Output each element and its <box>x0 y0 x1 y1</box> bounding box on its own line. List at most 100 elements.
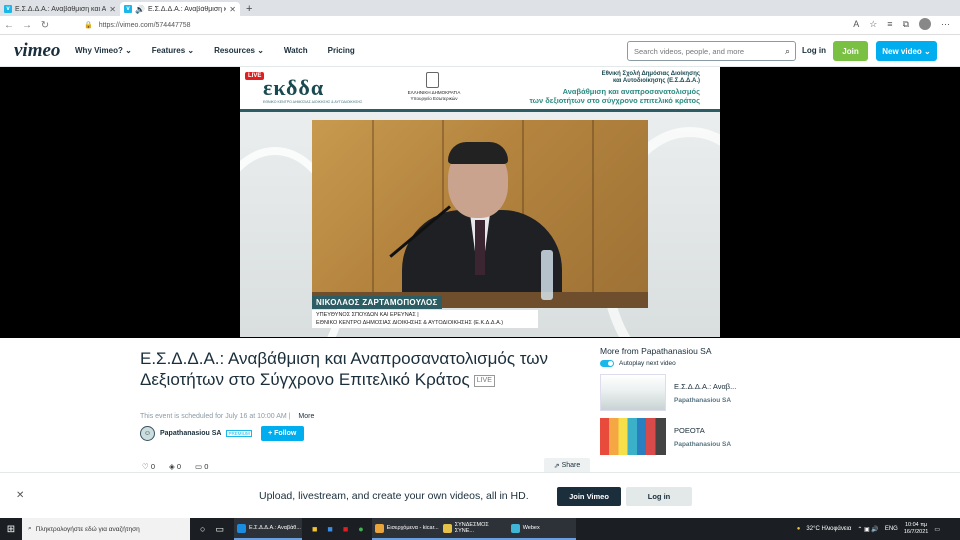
read-aloud-icon[interactable]: A <box>853 19 859 29</box>
wall-panel <box>592 120 594 308</box>
owner-row: ☺ Papathanasiou SA PREMIUM + Follow <box>140 426 304 441</box>
language-indicator[interactable]: ENG <box>885 526 898 532</box>
login-link[interactable]: Log in <box>802 46 826 55</box>
ekdda-logo: εκδδα <box>263 75 325 100</box>
related-video-title[interactable]: POEOTA <box>674 426 731 435</box>
more-from-sidebar: More from Papathanasiou SA Autoplay next… <box>600 346 770 455</box>
owner-avatar[interactable]: ☺ <box>140 426 155 441</box>
related-video[interactable]: Ε.Σ.Δ.Δ.Α.: Αναβ... Papathanasiou SA <box>600 374 770 411</box>
clock[interactable]: 10:04 πμ 16/7/2021 <box>904 522 928 536</box>
back-icon[interactable]: ← <box>0 20 18 31</box>
favorite-icon[interactable]: ☆ <box>869 19 877 30</box>
speaker-name: ΝΙΚΟΛΑΟΣ ΖΑΡΤΑΜΟΠΟΥΛΟΣ <box>312 296 442 309</box>
join-vimeo-button[interactable]: Join Vimeo <box>557 487 621 506</box>
browser-tab-bar: v Ε.Σ.Δ.Δ.Α.: Αναβάθμιση και Ανα ✕ v 🔊 Ε.Σ.Δ… <box>0 0 960 16</box>
more-link[interactable]: More <box>298 413 314 420</box>
pinned-icons: ■ ■ ■ ● <box>312 524 364 534</box>
close-tab-icon[interactable]: ✕ <box>109 5 116 14</box>
taskbar-app-edge[interactable]: Ε.Σ.Δ.Δ.Α.: Αναβάθ... <box>233 518 302 540</box>
vimeo-logo[interactable]: vimeo <box>14 40 75 62</box>
follow-button[interactable]: + Follow <box>260 426 304 441</box>
tray-icons[interactable]: ⌃ ▣ 🔊 <box>857 526 879 533</box>
refresh-icon[interactable]: ↻ <box>36 20 54 31</box>
broadcast-header: LIVE εκδδα ΕΘΝΙΚΟ ΚΕΝΤΡΟ ΔΗΜΟΣΙΑΣ ΔΙΟΙΚΗ… <box>240 67 720 112</box>
like-button[interactable]: ♡ 0 <box>142 462 155 471</box>
cortana-icon[interactable]: ○ <box>200 524 205 534</box>
profile-avatar-icon[interactable] <box>919 18 931 30</box>
url-field[interactable]: 🔒 https://vimeo.com/574447758 <box>84 21 191 30</box>
taskbar-search[interactable]: ⌕ Πληκτρολογήστε εδώ για αναζήτηση <box>22 518 190 540</box>
event-line1: Αναβάθμιση και αναπροσανατολισμός <box>562 87 700 96</box>
windows-start-icon[interactable]: ⊞ <box>0 524 22 535</box>
browser-tab[interactable]: v Ε.Σ.Δ.Δ.Α.: Αναβάθμιση και Ανα ✕ <box>0 2 120 16</box>
collections-icon[interactable]: ⧉ <box>903 19 909 30</box>
share-button[interactable]: ⇗ Share <box>544 458 590 473</box>
event-title: Αναβάθμιση και αναπροσανατολισμός των δεξ… <box>530 87 700 105</box>
chrome-icon[interactable]: ● <box>358 524 363 534</box>
comment-icon: ▭ <box>195 462 203 471</box>
water-bottle <box>541 250 553 300</box>
menu-features[interactable]: Features ⌄ <box>152 46 194 55</box>
video-thumbnail[interactable] <box>600 418 666 455</box>
new-video-button[interactable]: New video ⌄ <box>876 41 937 61</box>
taskbar-app-folder[interactable]: ΣΥΝΔΕΣΜΟΣ ΣΥΝΕ... <box>439 518 508 540</box>
forward-icon[interactable]: → <box>18 20 36 31</box>
taskbar-app-label: ΣΥΝΔΕΣΜΟΣ ΣΥΝΕ... <box>454 522 489 534</box>
premium-badge: PREMIUM <box>226 430 252 437</box>
menu-resources[interactable]: Resources ⌄ <box>214 46 264 55</box>
related-video[interactable]: POEOTA Papathanasiou SA <box>600 418 770 455</box>
menu-watch[interactable]: Watch <box>284 46 308 55</box>
taskbar-search-placeholder: Πληκτρολογήστε εδώ για αναζήτηση <box>35 525 140 533</box>
ministry-label: ΕΛΛΗΝΙΚΗ ΔΗΜΟΚΡΑΤΙΑ Υπουργείο Εσωτερικών <box>404 90 464 102</box>
autoplay-label: Autoplay next video <box>619 360 676 367</box>
ekdda-logo-subtitle: ΕΘΝΙΚΟ ΚΕΝΤΡΟ ΔΗΜΟΣΙΑΣ ΔΙΟΙΚΗΣΗΣ & ΑΥΤΟΔ… <box>263 100 363 104</box>
acrobat-icon[interactable]: ■ <box>343 524 348 534</box>
owner-name[interactable]: Papathanasiou SA <box>160 430 221 437</box>
vimeo-favicon-icon: v <box>4 5 12 13</box>
toggle-switch[interactable] <box>600 360 614 367</box>
main-menu: Why Vimeo? ⌄ Features ⌄ Resources ⌄ Watc… <box>75 46 355 55</box>
close-icon[interactable]: ✕ <box>16 490 24 501</box>
system-tray: ● 32°C Ηλιοφάνεια ⌃ ▣ 🔊 ENG 10:04 πμ 16/7… <box>797 518 940 540</box>
collections-button[interactable]: ◈ 0 <box>169 462 181 471</box>
banner-login-button[interactable]: Log in <box>626 487 692 506</box>
more-options-icon[interactable]: ⋯ <box>941 19 950 30</box>
related-video-title[interactable]: Ε.Σ.Δ.Δ.Α.: Αναβ... <box>674 382 736 391</box>
join-button[interactable]: Join <box>833 41 868 61</box>
file-explorer-icon[interactable]: ■ <box>312 524 317 534</box>
search-input[interactable]: Search videos, people, and more ⌕ <box>627 41 796 61</box>
menu-why-vimeo[interactable]: Why Vimeo? ⌄ <box>75 46 132 55</box>
vimeo-header: vimeo Why Vimeo? ⌄ Features ⌄ Resources … <box>0 35 960 67</box>
search-placeholder: Search videos, people, and more <box>634 46 745 56</box>
webex-icon <box>510 523 520 533</box>
comments-button[interactable]: ▭ 0 <box>195 462 208 471</box>
video-thumbnail[interactable] <box>600 374 666 411</box>
notifications-icon[interactable]: ▭ <box>934 526 940 533</box>
greek-emblem-icon <box>426 72 439 88</box>
schedule-info: This event is scheduled for July 16 at 1… <box>140 413 315 420</box>
autoplay-toggle[interactable]: Autoplay next video <box>600 360 770 367</box>
weather-text[interactable]: 32°C Ηλιοφάνεια <box>806 526 851 532</box>
share-icon: ⇗ <box>553 462 560 470</box>
store-icon[interactable]: ■ <box>327 524 332 534</box>
clock-time: 10:04 πμ <box>904 522 928 528</box>
taskbar-app-mail[interactable]: Εισερχόμενα - kicar... <box>371 518 440 540</box>
favorites-list-icon[interactable]: ≡ <box>887 19 892 29</box>
related-video-owner[interactable]: Papathanasiou SA <box>674 397 736 404</box>
gov-line2: Υπουργείο Εσωτερικών <box>410 96 458 101</box>
layers-icon: ◈ <box>169 462 175 471</box>
video-player[interactable]: LIVE εκδδα ΕΘΝΙΚΟ ΚΕΝΤΡΟ ΔΗΜΟΣΙΑΣ ΔΙΟΙΚΗ… <box>0 67 960 338</box>
sidebar-title: More from Papathanasiou SA <box>600 346 712 356</box>
related-video-owner[interactable]: Papathanasiou SA <box>674 441 731 448</box>
close-tab-icon[interactable]: ✕ <box>229 5 236 14</box>
task-view-icon[interactable]: ▭ <box>215 524 224 535</box>
folder-icon <box>442 523 452 533</box>
taskbar-app-webex[interactable]: Webex <box>507 518 576 540</box>
menu-pricing[interactable]: Pricing <box>328 46 355 55</box>
search-icon[interactable]: ⌕ <box>785 46 790 57</box>
school-line1: Εθνική Σχολή Δημόσιας Διοίκησης <box>601 71 700 77</box>
like-count: 0 <box>150 462 155 471</box>
schedule-text: This event is scheduled for July 16 at 1… <box>140 413 287 420</box>
new-tab-icon[interactable]: + <box>240 2 258 16</box>
browser-tab-active[interactable]: v 🔊 Ε.Σ.Δ.Δ.Α.: Αναβάθμιση κα ✕ <box>120 2 240 16</box>
